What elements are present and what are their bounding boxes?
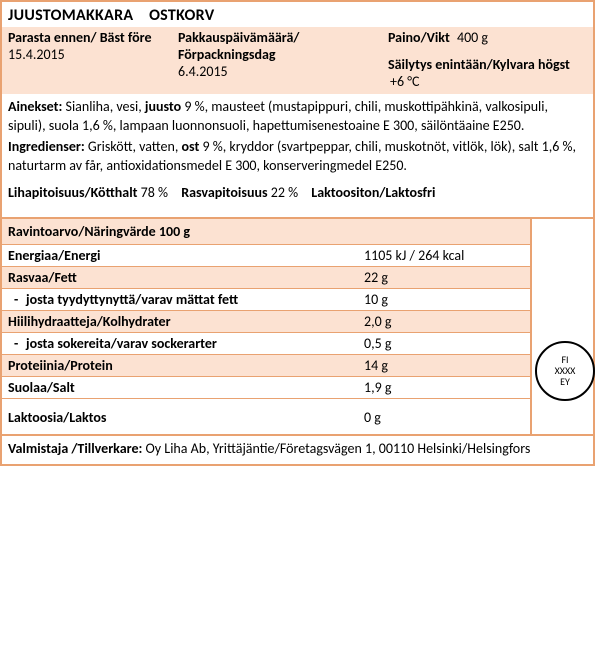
ingredients-fi: Ainekset: Sianliha, vesi, juusto 9 %, ma… — [8, 98, 587, 136]
storage-label: Säilytys enintään/Kylvara högst — [388, 56, 570, 73]
meat-value: 78 % — [141, 184, 168, 201]
nutrition-sublabel: josta tyydyttynyttä/varav mättat fett — [8, 291, 364, 308]
identification-stamp: FI XXXX EY — [535, 341, 595, 401]
title-sv: OSTKORV — [149, 6, 214, 25]
bestbefore-col: Parasta ennen/ Bäst före 15.4.2015 — [8, 29, 178, 90]
nutrition-block: Ravintoarvo/Näringvärde 100 g Energiaa/E… — [2, 217, 593, 436]
nutrition-label: Energiaa/Energi — [8, 247, 364, 264]
nutrition-sublabel: josta sokereita/varav sockerarter — [8, 335, 364, 352]
packdate-col: Pakkauspäivämäärä/ Förpackningsdag 6.4.2… — [178, 29, 388, 90]
stamp-line-3: EY — [560, 376, 570, 387]
nutrition-value: 22 g — [364, 269, 524, 286]
header-block: Parasta ennen/ Bäst före 15.4.2015 Pakka… — [2, 27, 593, 94]
ingredients-sv: Ingredienser: Griskött, vatten, ost 9 %,… — [8, 138, 587, 176]
manufacturer-value: Oy Liha Ab, Yrittäjäntie/Företagsvägen 1… — [142, 440, 530, 457]
nutrition-value: 0,5 g — [364, 335, 524, 352]
nutrition-label: Hiilihydraatteja/Kolhydrater — [8, 313, 364, 330]
product-label: JUUSTOMAKKARA OSTKORV Parasta ennen/ Bäs… — [0, 0, 595, 466]
ingredients-sv-label: Ingredienser: — [8, 138, 85, 155]
fat-value: 22 % — [271, 184, 298, 201]
nutrition-row: Rasvaa/Fett22 g — [2, 266, 530, 288]
manufacturer-label: Valmistaja /Tillverkare: — [8, 440, 142, 457]
fat-label: Rasvapitoisuus — [181, 184, 267, 201]
title-fi: JUUSTOMAKKARA — [8, 6, 133, 25]
nutrition-label: Rasvaa/Fett — [8, 269, 364, 286]
nutrition-row: josta tyydyttynyttä/varav mättat fett10 … — [2, 288, 530, 310]
weight-value: 400 g — [457, 29, 488, 46]
packdate-value: 6.4.2015 — [178, 63, 388, 80]
nutrition-value: 1105 kJ / 264 kcal — [364, 247, 524, 264]
nutrition-label: Proteiinia/Protein — [8, 357, 364, 374]
lactosefree-label: Laktoositon/Laktosfri — [311, 184, 435, 201]
nutrition-value: 2,0 g — [364, 313, 524, 330]
nutrition-header: Ravintoarvo/Näringvärde 100 g — [2, 219, 530, 244]
packdate-label: Pakkauspäivämäärä/ Förpackningsdag — [178, 29, 388, 63]
weight-storage-col: Paino/Vikt 400 g Säilytys enintään/Kylva… — [388, 29, 587, 90]
nutrition-value: 10 g — [364, 291, 524, 308]
lactose-value: 0 g — [364, 409, 524, 426]
ingredients-fi-label: Ainekset: — [8, 98, 62, 115]
weight-label: Paino/Vikt — [388, 29, 450, 46]
lactose-label: Laktoosia/Laktos — [8, 409, 364, 426]
bestbefore-value: 15.4.2015 — [8, 46, 178, 63]
nutrition-row: Proteiinia/Protein14 g — [2, 354, 530, 376]
nutrition-row: Hiilihydraatteja/Kolhydrater2,0 g — [2, 310, 530, 332]
nutrition-value: 1,9 g — [364, 379, 524, 396]
percentages-row: Lihapitoisuus/Kötthalt 78 % Rasvapitoisu… — [2, 182, 593, 207]
manufacturer-block: Valmistaja /Tillverkare: Oy Liha Ab, Yri… — [2, 436, 593, 465]
meat-label: Lihapitoisuus/Kötthalt — [8, 184, 138, 201]
storage-value: +6 °C — [390, 73, 419, 90]
product-title: JUUSTOMAKKARA OSTKORV — [2, 2, 593, 27]
ingredients-block: Ainekset: Sianliha, vesi, juusto 9 %, ma… — [2, 94, 593, 182]
lactose-row: Laktoosia/Laktos 0 g — [2, 398, 530, 434]
nutrition-label: Suolaa/Salt — [8, 379, 364, 396]
bestbefore-label: Parasta ennen/ Bäst före — [8, 29, 178, 46]
nutrition-value: 14 g — [364, 357, 524, 374]
nutrition-row: Energiaa/Energi1105 kJ / 264 kcal — [2, 244, 530, 266]
nutrition-row: josta sokereita/varav sockerarter0,5 g — [2, 332, 530, 354]
nutrition-row: Suolaa/Salt1,9 g — [2, 376, 530, 398]
